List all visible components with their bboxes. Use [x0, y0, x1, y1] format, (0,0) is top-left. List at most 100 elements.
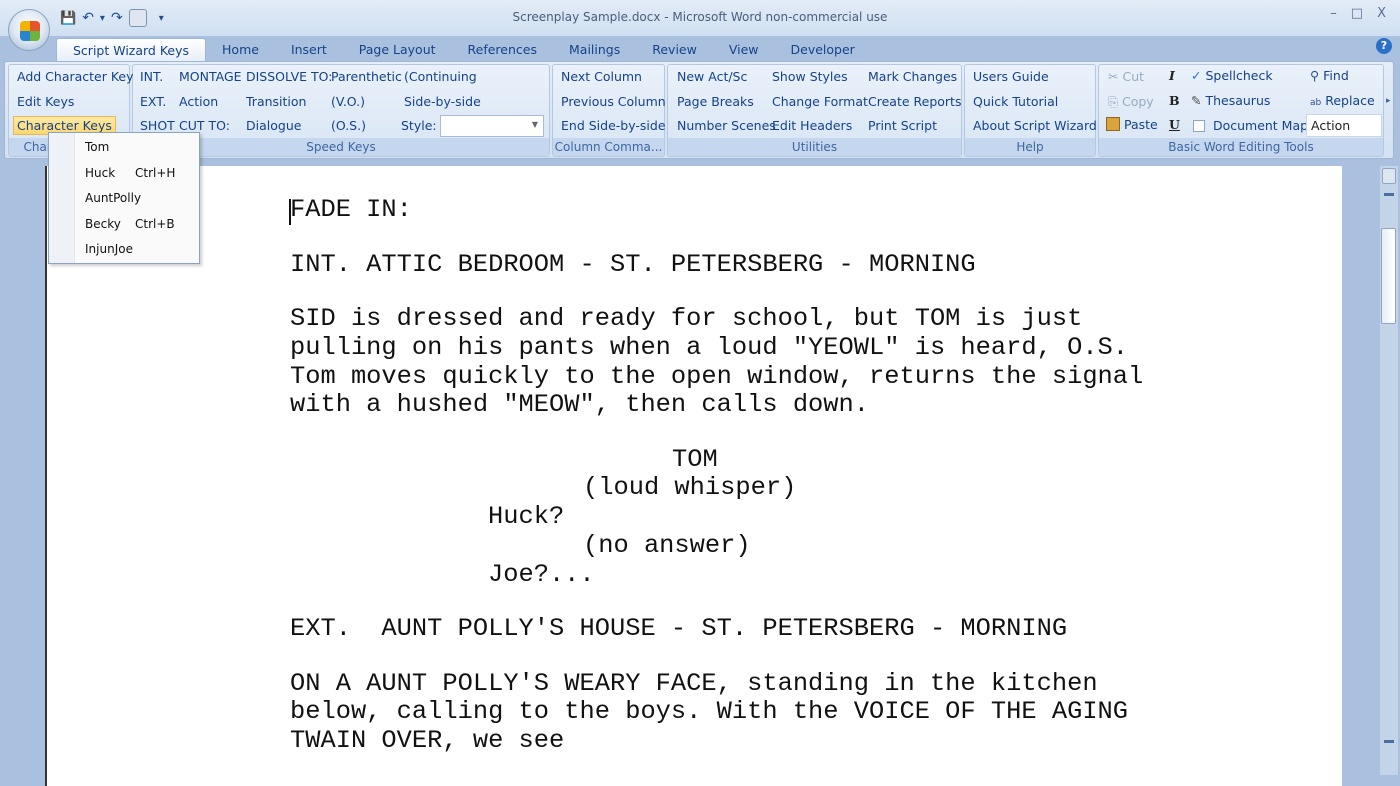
speed-key-cut-to[interactable]: CUT TO: — [179, 118, 230, 133]
find-button[interactable]: ⚲ Find — [1310, 68, 1349, 83]
menu-item-shortcut: Ctrl+H — [135, 165, 176, 180]
speed-key-montage[interactable]: MONTAGE — [179, 69, 242, 84]
chevron-down-icon: ▼ — [531, 120, 538, 129]
clipboard-icon — [1106, 117, 1120, 131]
menu-icon-strip — [49, 133, 75, 263]
bold-button[interactable]: B — [1169, 93, 1180, 108]
text-cursor — [289, 199, 291, 225]
find-label: Find — [1323, 68, 1349, 83]
menu-item-label: Becky — [85, 216, 121, 231]
maximize-button[interactable]: □ — [1351, 6, 1363, 21]
scissors-icon: ✂ — [1108, 69, 1119, 84]
speed-key-shot[interactable]: SHOT — [140, 118, 175, 133]
speed-key-side-by-side[interactable]: Side-by-side — [404, 94, 481, 109]
dialogue-line: Joe?... — [488, 559, 595, 589]
help-icon[interactable]: ? — [1376, 38, 1392, 54]
cut-label: Cut — [1122, 69, 1145, 84]
number-scenes-button[interactable]: Number Scenes — [677, 118, 776, 133]
tab-script-wizard-keys[interactable]: Script Wizard Keys — [56, 38, 207, 62]
close-button[interactable]: X — [1377, 6, 1386, 21]
menu-item-tom[interactable]: Tom — [85, 136, 195, 158]
tab-home[interactable]: Home — [206, 38, 275, 62]
checkbox-icon — [1193, 120, 1205, 132]
speed-key-ext[interactable]: EXT. — [140, 94, 166, 109]
paren-line: (no answer) — [583, 530, 751, 560]
group-label: Column Comma... — [553, 138, 664, 156]
current-style-field[interactable]: Action — [1306, 114, 1382, 137]
thesaurus-label: Thesaurus — [1205, 93, 1271, 108]
speed-key-dissolve-to[interactable]: DISSOLVE TO: — [246, 69, 333, 84]
tab-view[interactable]: View — [713, 38, 775, 62]
create-reports-button[interactable]: Create Reports — [868, 94, 961, 109]
edit-headers-button[interactable]: Edit Headers — [772, 118, 852, 133]
speed-key-parenthetic[interactable]: Parenthetic — [331, 69, 402, 84]
thesaurus-button[interactable]: ✎ Thesaurus — [1191, 93, 1270, 108]
tab-insert[interactable]: Insert — [275, 38, 343, 62]
document-map-checkbox[interactable]: Document Map — [1193, 118, 1308, 133]
cut-button[interactable]: ✂ Cut — [1108, 69, 1144, 84]
speed-key-int[interactable]: INT. — [140, 69, 163, 84]
ruler-toggle-icon[interactable] — [1382, 168, 1396, 184]
speed-key-vo[interactable]: (V.O.) — [331, 94, 365, 109]
binoculars-icon: ⚲ — [1310, 68, 1320, 83]
scrollbar-thumb[interactable] — [1381, 228, 1396, 324]
action-line: SID is dressed and ready for school, but… — [290, 304, 1083, 334]
menu-item-huck[interactable]: Huck Ctrl+H — [85, 162, 195, 184]
action-line: below, calling to the boys. With the VOI… — [290, 697, 1129, 727]
paste-button[interactable]: Paste — [1106, 117, 1158, 132]
next-column-button[interactable]: Next Column — [561, 69, 642, 84]
menu-item-shortcut: Ctrl+B — [135, 216, 175, 231]
about-script-wizard-button[interactable]: About Script Wizard — [973, 118, 1097, 133]
replace-button[interactable]: ab Replace — [1310, 93, 1375, 108]
end-side-by-side-button[interactable]: End Side-by-side — [561, 118, 666, 133]
menu-item-injunjoe[interactable]: InjunJoe — [85, 238, 195, 260]
tab-developer[interactable]: Developer — [775, 38, 871, 62]
speed-key-os[interactable]: (O.S.) — [331, 118, 366, 133]
group-label: Utilities — [668, 138, 961, 156]
show-styles-button[interactable]: Show Styles — [772, 69, 848, 84]
dialogue-line: Huck? — [488, 502, 565, 532]
spellcheck-icon: ✓ — [1191, 68, 1202, 83]
change-format-button[interactable]: Change Format — [772, 94, 868, 109]
speed-key-transition[interactable]: Transition — [246, 94, 306, 109]
menu-item-auntpolly[interactable]: AuntPolly — [85, 187, 195, 209]
copy-icon: ⎘ — [1108, 94, 1119, 109]
users-guide-button[interactable]: Users Guide — [973, 69, 1049, 84]
copy-label: Copy — [1122, 94, 1154, 109]
mark-changes-button[interactable]: Mark Changes — [868, 69, 957, 84]
add-character-key-button[interactable]: Add Character Key — [17, 69, 134, 84]
print-script-button[interactable]: Print Script — [868, 118, 937, 133]
edit-keys-button[interactable]: Edit Keys — [17, 94, 74, 109]
previous-column-button[interactable]: Previous Column — [561, 94, 666, 109]
window-title: Screenplay Sample.docx - Microsoft Word … — [512, 10, 888, 24]
style-dropdown[interactable]: ▼ — [440, 115, 544, 137]
minimize-button[interactable]: – — [1330, 6, 1337, 21]
speed-key-continuing[interactable]: (Continuing — [404, 69, 477, 84]
quick-tutorial-button[interactable]: Quick Tutorial — [973, 94, 1058, 109]
italic-button[interactable]: I — [1169, 68, 1175, 83]
character-line: TOM — [672, 444, 718, 474]
thesaurus-icon: ✎ — [1191, 93, 1202, 108]
scene-line: INT. ATTIC BEDROOM - ST. PETERSBERG - MO… — [290, 249, 976, 279]
new-act-scene-button[interactable]: New Act/Sc — [677, 69, 747, 84]
office-button[interactable] — [8, 9, 50, 51]
menu-item-becky[interactable]: Becky Ctrl+B — [85, 213, 195, 235]
speed-key-dialogue[interactable]: Dialogue — [246, 118, 301, 133]
tab-page-layout[interactable]: Page Layout — [343, 38, 452, 62]
copy-button[interactable]: ⎘ Copy — [1108, 94, 1154, 110]
document-map-label: Document Map — [1212, 118, 1309, 133]
scroll-down-icon[interactable] — [1384, 740, 1394, 743]
ribbon-tabs: Script Wizard Keys Home Insert Page Layo… — [56, 36, 871, 62]
tab-references[interactable]: References — [452, 38, 553, 62]
menu-item-label: Tom — [85, 140, 110, 154]
speed-key-action[interactable]: Action — [179, 94, 218, 109]
tab-mailings[interactable]: Mailings — [553, 38, 636, 62]
document-body[interactable]: FADE IN: INT. ATTIC BEDROOM - ST. PETERSB… — [290, 195, 1143, 782]
scroll-up-icon[interactable] — [1384, 193, 1394, 196]
tab-review[interactable]: Review — [636, 38, 713, 62]
underline-button[interactable]: U — [1169, 117, 1180, 132]
ribbon-scroll-right-icon[interactable]: ▸ — [1386, 96, 1391, 106]
replace-icon: ab — [1310, 98, 1322, 108]
page-breaks-button[interactable]: Page Breaks — [677, 94, 754, 109]
spellcheck-button[interactable]: ✓ Spellcheck — [1191, 68, 1273, 83]
